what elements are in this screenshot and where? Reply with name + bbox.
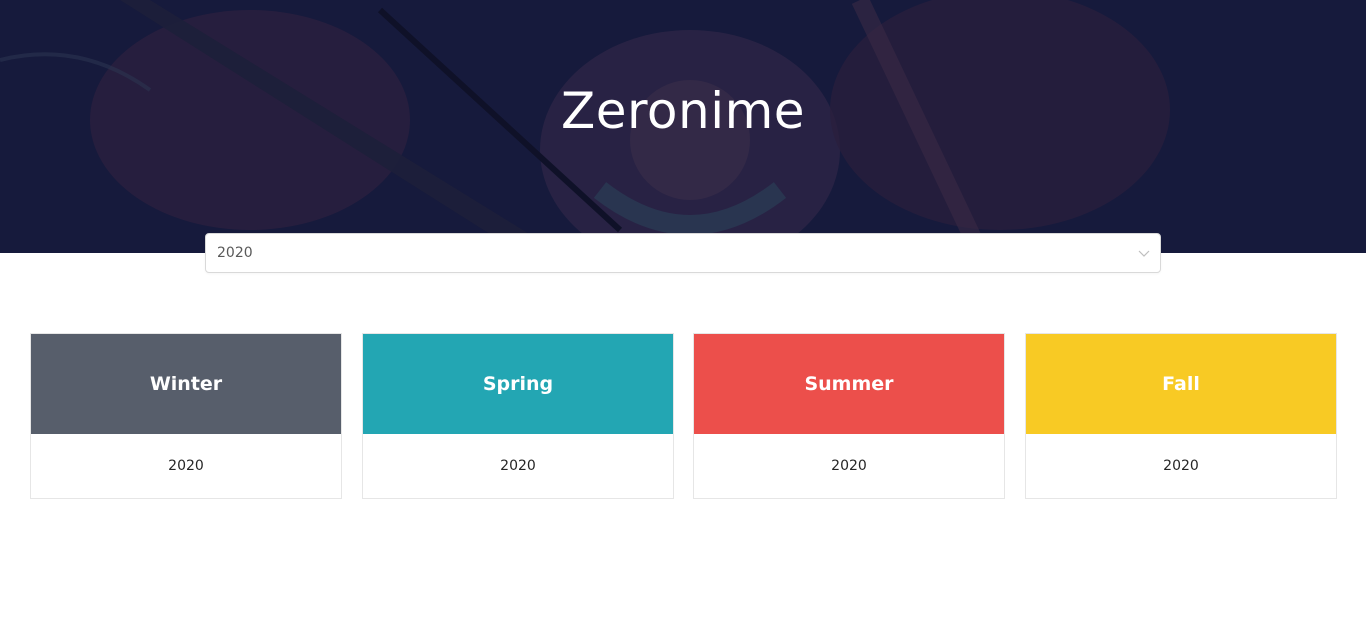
season-card-summer[interactable]: Summer 2020 <box>693 333 1005 499</box>
season-year: 2020 <box>1163 458 1199 474</box>
season-card-fall[interactable]: Fall 2020 <box>1025 333 1337 499</box>
season-card-header: Spring <box>363 334 673 434</box>
year-select-value: 2020 <box>217 245 253 261</box>
season-card-body: 2020 <box>694 434 1004 498</box>
season-card-body: 2020 <box>31 434 341 498</box>
season-card-body: 2020 <box>363 434 673 498</box>
season-card-winter[interactable]: Winter 2020 <box>30 333 342 499</box>
season-year: 2020 <box>831 458 867 474</box>
season-name: Spring <box>482 373 554 395</box>
season-year: 2020 <box>168 458 204 474</box>
season-year: 2020 <box>500 458 536 474</box>
page-title: Zeronime <box>560 82 806 140</box>
season-card-header: Summer <box>694 334 1004 434</box>
season-card-header: Fall <box>1026 334 1336 434</box>
season-card-header: Winter <box>31 334 341 434</box>
season-cards: Winter 2020 Spring 2020 Summer 2020 Fall… <box>30 333 1337 499</box>
season-card-body: 2020 <box>1026 434 1336 498</box>
season-name: Fall <box>1162 373 1200 395</box>
chevron-down-icon <box>1138 250 1150 257</box>
year-select[interactable]: 2020 <box>205 233 1161 273</box>
season-card-spring[interactable]: Spring 2020 <box>362 333 674 499</box>
season-name: Winter <box>149 373 223 395</box>
season-name: Summer <box>804 373 894 395</box>
hero-banner: Zeronime <box>0 0 1366 253</box>
